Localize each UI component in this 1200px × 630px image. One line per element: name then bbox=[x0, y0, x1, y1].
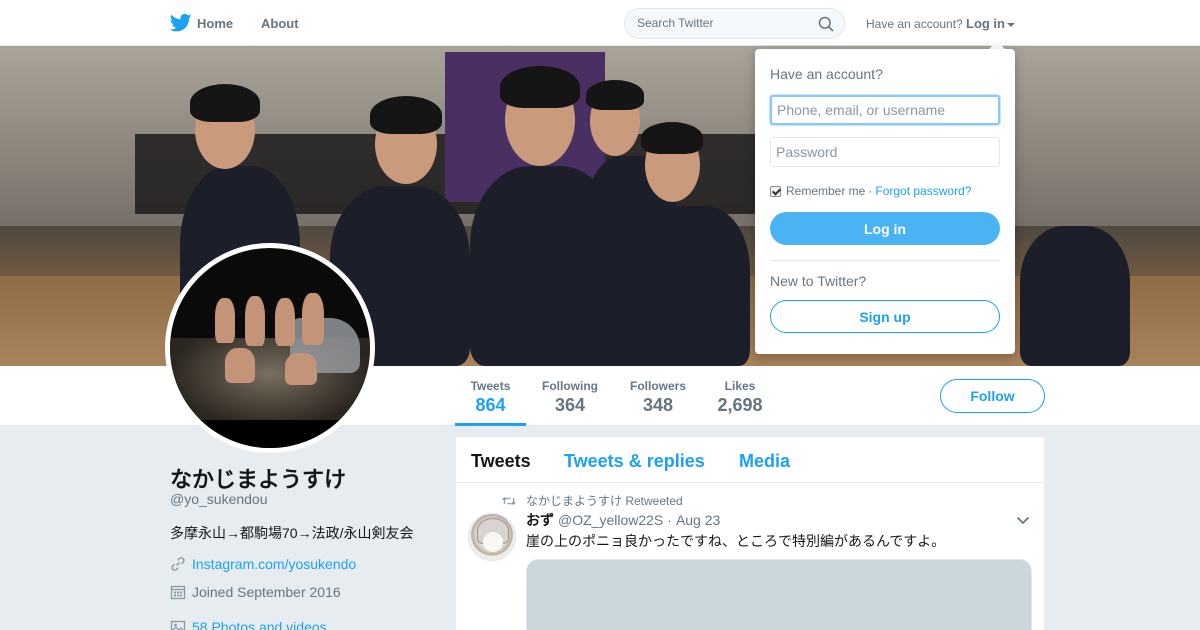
profile-bio: 多摩永山→都駒場70→法政/永山剣友会 bbox=[170, 525, 414, 541]
tweet-author-name[interactable]: おず bbox=[526, 510, 554, 530]
tab-media[interactable]: Media bbox=[739, 451, 790, 472]
avatar-figure bbox=[275, 298, 295, 346]
stat-value: 364 bbox=[554, 395, 586, 415]
avatar-figure bbox=[225, 348, 255, 383]
banner-person bbox=[640, 206, 750, 366]
profile-handle[interactable]: @yo_sukendou bbox=[170, 491, 268, 507]
avatar-figure bbox=[302, 293, 324, 345]
profile-photos-label: 58 Photos and videos bbox=[192, 619, 327, 630]
password-input[interactable] bbox=[770, 137, 1000, 167]
top-navigation: Home About Have an account? Log in bbox=[0, 0, 1200, 46]
chevron-down-icon[interactable] bbox=[1016, 516, 1030, 525]
stat-value: 348 bbox=[642, 395, 674, 415]
tweet-text: 崖の上のポニョ良かったですね、ところで特別編があるんですよ。 bbox=[526, 533, 946, 549]
banner-hair bbox=[586, 80, 644, 110]
dropdown-title: Have an account? bbox=[770, 66, 883, 82]
caret-down-icon bbox=[1007, 22, 1015, 27]
retweet-icon bbox=[502, 496, 516, 505]
retweet-context: なかじまようすけ Retweeted bbox=[502, 492, 683, 509]
timeline-tabs: Tweets Tweets & replies Media bbox=[456, 437, 1044, 483]
stat-label: Following bbox=[542, 379, 598, 393]
banner-hair bbox=[500, 66, 580, 108]
profile-name[interactable]: なかじまようすけ bbox=[170, 462, 346, 494]
stat-label: Likes bbox=[724, 379, 756, 393]
tweet-meta-separator: · bbox=[667, 512, 672, 528]
calendar-icon bbox=[170, 585, 186, 600]
banner-hair bbox=[190, 84, 260, 122]
login-dropdown: Have an account? Remember me · Forgot pa… bbox=[755, 49, 1015, 354]
stat-following[interactable]: Following 364 bbox=[536, 366, 604, 426]
search-box bbox=[624, 8, 845, 39]
stat-value: 864 bbox=[475, 395, 506, 415]
forgot-password-link[interactable]: Forgot password? bbox=[875, 184, 971, 198]
stat-label: Tweets bbox=[470, 379, 511, 393]
remember-row: Remember me · Forgot password? bbox=[770, 184, 971, 198]
profile-photos-link[interactable]: 58 Photos and videos bbox=[170, 619, 327, 630]
signup-button[interactable]: Sign up bbox=[770, 300, 1000, 333]
stat-followers[interactable]: Followers 348 bbox=[623, 366, 693, 426]
tweet-date[interactable]: Aug 23 bbox=[676, 512, 720, 528]
dropdown-divider bbox=[770, 260, 1000, 261]
timeline: Tweets Tweets & replies Media なかじまようすけ R… bbox=[456, 437, 1044, 630]
stat-label: Followers bbox=[629, 379, 686, 393]
avatar-figure bbox=[285, 353, 317, 385]
username-input[interactable] bbox=[770, 95, 1000, 125]
retweet-context-label: なかじまようすけ Retweeted bbox=[526, 494, 683, 508]
nav-about-link[interactable]: About bbox=[261, 16, 299, 31]
home-nav-item[interactable] bbox=[170, 13, 192, 33]
profile-website[interactable]: Instagram.com/yosukendo bbox=[170, 556, 356, 572]
profile-joined-label: Joined September 2016 bbox=[192, 584, 341, 600]
stat-tweets[interactable]: Tweets 864 bbox=[455, 366, 526, 426]
banner-person bbox=[1020, 226, 1130, 366]
avatar-figure bbox=[215, 298, 235, 343]
twitter-bird-icon bbox=[170, 13, 192, 32]
remember-separator: · bbox=[868, 184, 873, 198]
nav-home-link[interactable]: Home bbox=[197, 16, 233, 31]
profile-website-label: Instagram.com/yosukendo bbox=[192, 556, 357, 572]
tweet-header: おず @OZ_yellow22S · Aug 23 bbox=[526, 510, 720, 530]
tweet-author-avatar[interactable] bbox=[468, 513, 516, 561]
tweet-media-card[interactable] bbox=[526, 559, 1032, 630]
follow-button[interactable]: Follow bbox=[940, 379, 1045, 413]
banner-hair bbox=[641, 122, 703, 154]
remember-me-checkbox[interactable] bbox=[770, 185, 781, 197]
tweet-author-handle[interactable]: @OZ_yellow22S bbox=[558, 512, 663, 528]
login-dropdown-toggle[interactable]: Log in bbox=[966, 16, 1015, 31]
tab-tweets[interactable]: Tweets bbox=[471, 451, 531, 472]
remember-me-label[interactable]: Remember me bbox=[786, 184, 865, 198]
avatar-figure bbox=[245, 296, 265, 346]
avatar-face bbox=[483, 532, 503, 552]
tweet-item[interactable]: なかじまようすけ Retweeted おず @OZ_yellow22S · Au… bbox=[456, 484, 1044, 630]
login-link-label: Log in bbox=[966, 16, 1005, 31]
stat-likes[interactable]: Likes 2,698 bbox=[710, 366, 770, 426]
banner-hair bbox=[370, 96, 442, 134]
new-to-twitter-text: New to Twitter? bbox=[770, 273, 867, 289]
avatar-bottom-band bbox=[170, 420, 370, 448]
search-input[interactable] bbox=[637, 16, 807, 30]
have-account-text: Have an account? bbox=[866, 17, 963, 31]
profile-avatar[interactable] bbox=[165, 243, 375, 453]
search-icon[interactable] bbox=[818, 16, 834, 32]
stat-value: 2,698 bbox=[717, 395, 763, 415]
login-button[interactable]: Log in bbox=[770, 212, 1000, 245]
tab-tweets-replies[interactable]: Tweets & replies bbox=[564, 451, 705, 472]
photo-icon bbox=[170, 620, 186, 630]
profile-joined: Joined September 2016 bbox=[170, 584, 341, 600]
link-icon bbox=[171, 557, 185, 571]
